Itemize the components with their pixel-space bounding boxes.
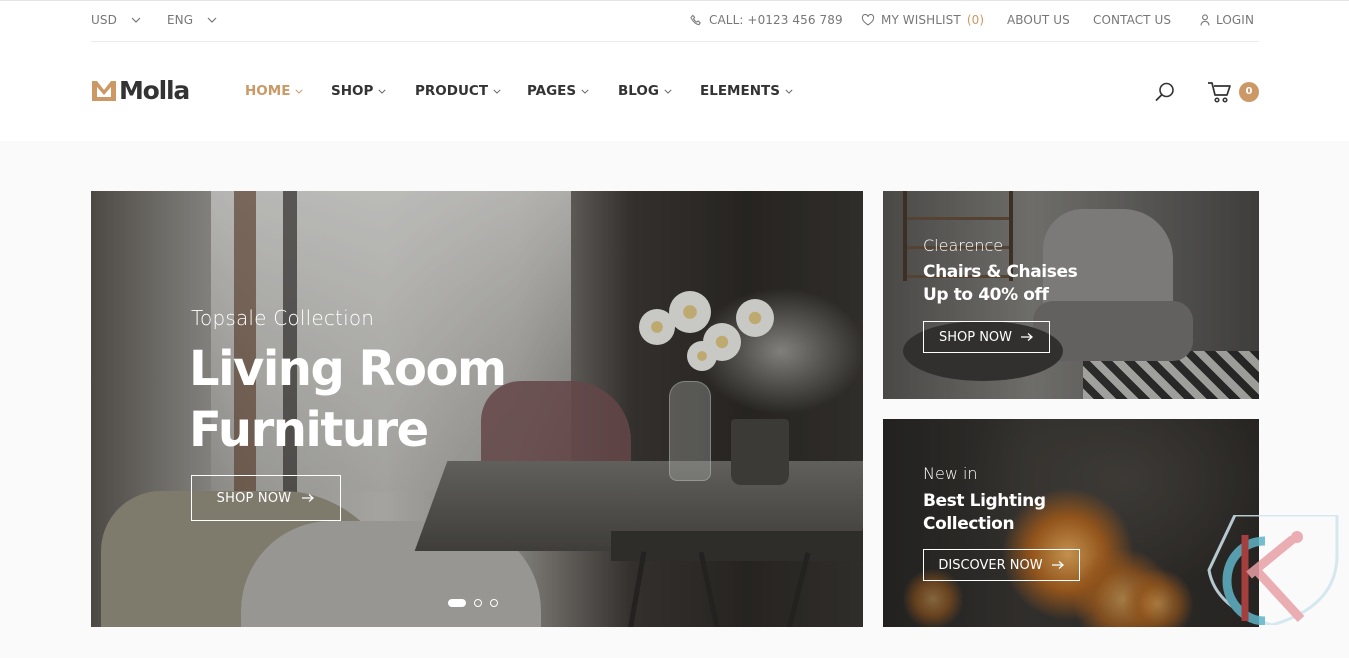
slider-dot[interactable]	[474, 599, 482, 607]
arrow-right-icon	[1021, 333, 1034, 341]
chevron-down-icon	[664, 89, 672, 94]
currency-label: USD	[91, 13, 117, 27]
nav-item-blog[interactable]: BLOG	[618, 83, 672, 99]
search-icon[interactable]	[1154, 81, 1176, 103]
nav-item-shop[interactable]: SHOP	[331, 83, 386, 99]
button-label: SHOP NOW	[216, 490, 292, 506]
button-label: SHOP NOW	[938, 329, 1013, 345]
chevron-down-icon	[785, 89, 793, 94]
chevron-down-icon	[131, 17, 141, 23]
nav-item-product[interactable]: PRODUCT	[415, 83, 501, 99]
chevron-down-icon	[493, 89, 501, 94]
about-link[interactable]: ABOUT US	[1007, 13, 1070, 27]
login-link[interactable]: LOGIN	[1200, 13, 1254, 27]
arrow-right-icon	[1051, 561, 1064, 569]
banner-clearance[interactable]: Clearence Chairs & Chaises Up to 40% off…	[883, 191, 1259, 399]
banner-title-line: Collection	[923, 514, 1015, 534]
nav-label: PAGES	[527, 83, 577, 99]
login-label: LOGIN	[1216, 13, 1255, 27]
heart-icon	[861, 14, 875, 26]
hero-title-line: Living Room	[189, 341, 507, 397]
wishlist-count: (0)	[966, 13, 985, 27]
contact-link[interactable]: CONTACT US	[1093, 13, 1171, 27]
phone-icon	[690, 14, 701, 25]
hero-title: Living Room Furniture	[189, 339, 507, 461]
contact-label: CONTACT US	[1093, 13, 1172, 27]
cart-icon[interactable]	[1207, 80, 1233, 104]
nav-label: ELEMENTS	[700, 83, 780, 99]
hero-subtitle: Topsale Collection	[191, 306, 375, 330]
hero-title-line: Furniture	[189, 402, 429, 458]
call-link[interactable]: CALL: +0123 456 789	[690, 13, 843, 27]
nav-item-pages[interactable]: PAGES	[527, 83, 589, 99]
top-bar: USD ENG CALL: +0123 456 789 MY WISHLIST …	[91, 1, 1259, 42]
watermark-logo-icon	[1207, 515, 1339, 625]
logo[interactable]: Molla	[91, 76, 190, 105]
wishlist-label: MY WISHLIST	[881, 13, 961, 27]
arrow-right-icon	[302, 494, 315, 502]
nav-item-elements[interactable]: ELEMENTS	[700, 83, 793, 99]
nav-label: PRODUCT	[415, 83, 489, 99]
chevron-down-icon	[581, 89, 589, 94]
banner-title: Best Lighting Collection	[923, 490, 1046, 536]
language-label: ENG	[167, 13, 194, 27]
nav-item-home[interactable]: HOME	[245, 83, 303, 99]
about-label: ABOUT US	[1007, 13, 1070, 27]
language-dropdown[interactable]: ENG	[167, 13, 217, 27]
banner-title: Chairs & Chaises Up to 40% off	[923, 261, 1078, 307]
banner-shop-now-button[interactable]: SHOP NOW	[923, 321, 1050, 353]
hero-slider[interactable]: Topsale Collection Living Room Furniture…	[91, 191, 863, 627]
site-header: USD ENG CALL: +0123 456 789 MY WISHLIST …	[0, 0, 1349, 141]
logo-text: Molla	[119, 76, 190, 105]
slider-dot[interactable]	[490, 599, 498, 607]
logo-mark-icon	[92, 81, 116, 101]
chevron-down-icon	[207, 17, 217, 23]
button-label: DISCOVER NOW	[938, 557, 1043, 573]
nav-label: SHOP	[331, 83, 374, 99]
slider-dots	[448, 599, 498, 607]
banner-title-line: Best Lighting	[923, 491, 1046, 511]
banner-discover-now-button[interactable]: DISCOVER NOW	[923, 549, 1080, 581]
call-label: CALL: +0123 456 789	[709, 13, 843, 27]
banner-lighting[interactable]: New in Best Lighting Collection DISCOVER…	[883, 419, 1259, 627]
user-icon	[1200, 14, 1210, 26]
wishlist-link[interactable]: MY WISHLIST (0)	[861, 13, 984, 27]
chevron-down-icon	[295, 89, 303, 94]
hero-shop-now-button[interactable]: SHOP NOW	[191, 475, 341, 521]
banner-subtitle: Clearence	[923, 236, 1004, 255]
banner-title-line: Chairs & Chaises	[923, 262, 1078, 282]
nav-label: HOME	[245, 83, 291, 99]
cart-count-badge: 0	[1239, 82, 1259, 102]
slider-dot[interactable]	[448, 599, 466, 607]
nav-label: BLOG	[618, 83, 659, 99]
banner-title-line: Up to 40% off	[923, 285, 1049, 305]
chevron-down-icon	[378, 89, 386, 94]
currency-dropdown[interactable]: USD	[91, 13, 141, 27]
banner-subtitle: New in	[923, 464, 978, 483]
